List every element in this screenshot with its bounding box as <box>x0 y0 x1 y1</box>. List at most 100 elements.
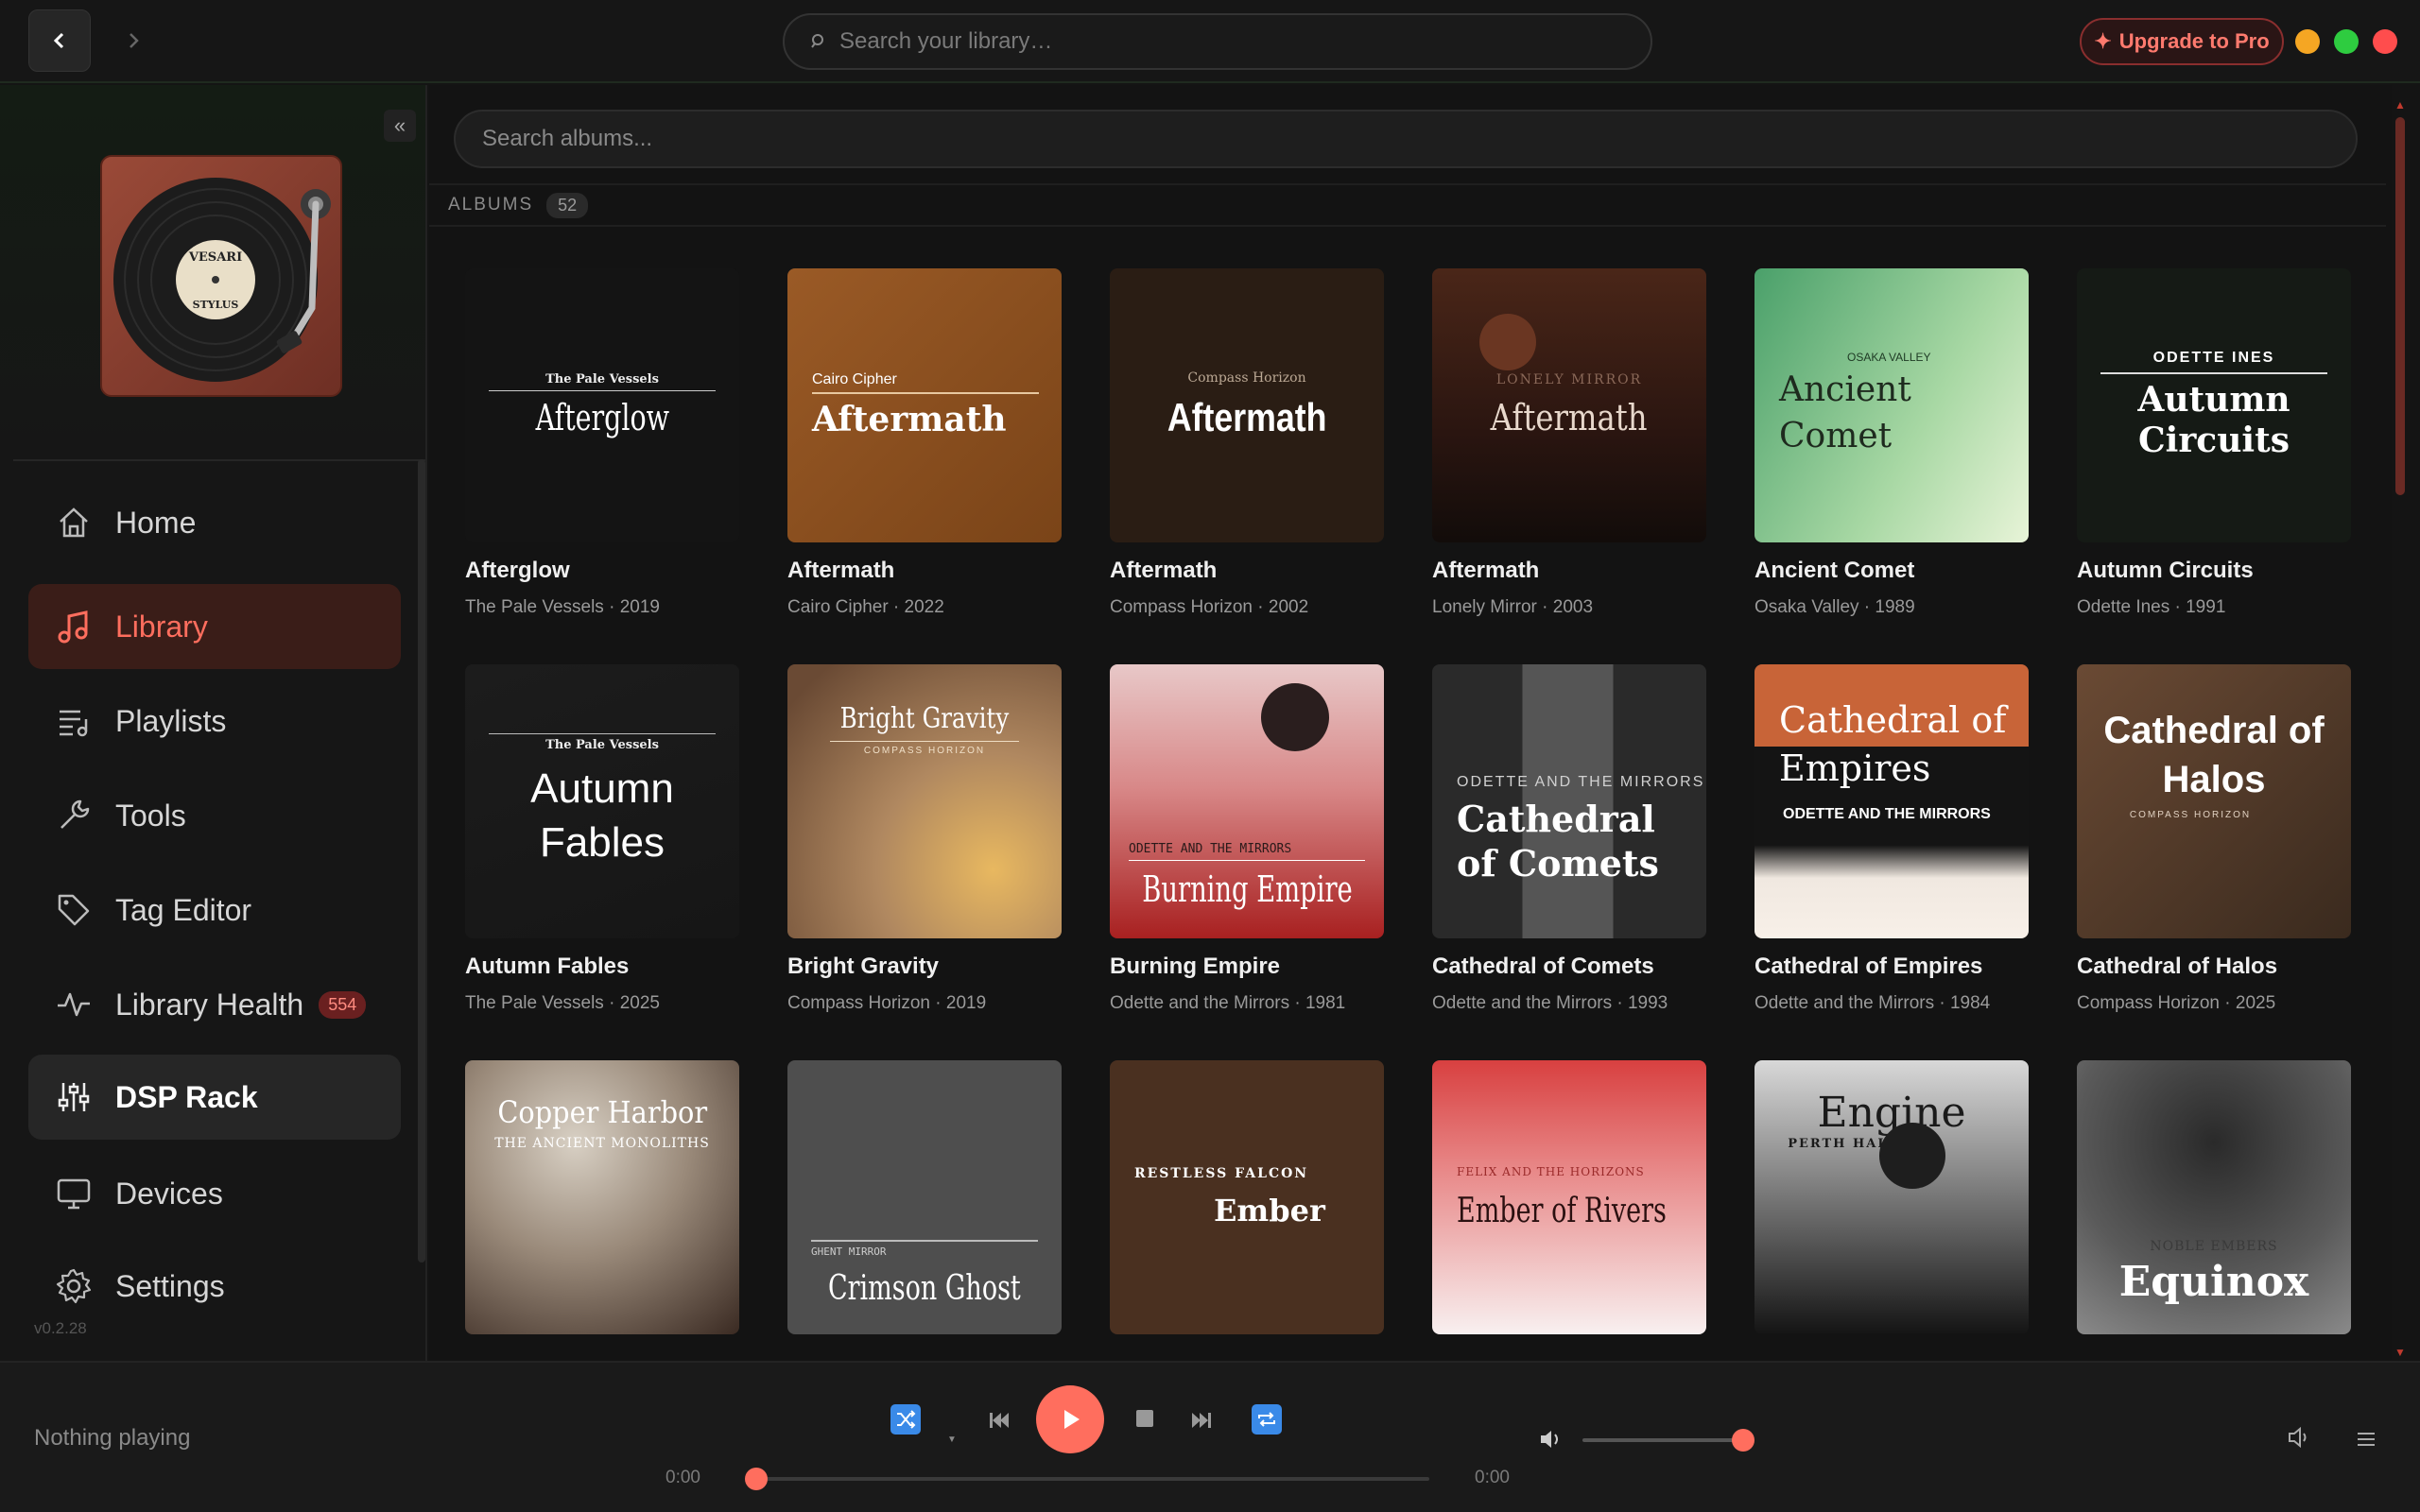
sidebar-item-label: Settings <box>115 1268 225 1303</box>
pulse-icon <box>55 986 93 1023</box>
play-icon <box>1064 1410 1080 1429</box>
album-subtitle: Cairo Cipher · 2022 <box>787 597 944 617</box>
cover-title-text: Autumn Circuits <box>2137 379 2290 460</box>
cover-title-text: Ember of Rivers <box>1457 1191 1667 1230</box>
queue-list-icon <box>2358 1433 2375 1446</box>
scroll-up-arrow-icon[interactable]: ▲ <box>2394 98 2407 112</box>
chevron-left-icon <box>53 32 64 49</box>
sidebar-scrollbar[interactable] <box>418 459 425 1263</box>
sidebar-item-label: Library Health <box>115 987 304 1022</box>
sidebar-item-devices[interactable]: Devices <box>28 1151 401 1236</box>
sidebar-item-settings[interactable]: Settings <box>28 1244 401 1329</box>
album-subtitle: Compass Horizon · 2025 <box>2077 993 2276 1013</box>
album-cover: Bright Gravity COMPASS HORIZON <box>787 664 1062 938</box>
close-window-button[interactable] <box>2373 29 2397 54</box>
scrollbar-thumb[interactable] <box>2395 117 2405 495</box>
cover-sun-shape <box>1261 683 1329 751</box>
sidebar-item-tag-editor[interactable]: Tag Editor <box>28 868 401 953</box>
sidebar-item-label: Tag Editor <box>115 892 252 927</box>
upgrade-label: Upgrade to Pro <box>2118 29 2270 53</box>
sidebar-item-library[interactable]: Library <box>28 584 401 669</box>
turntable-icon: VESARI STYLUS <box>113 178 331 382</box>
album-cover: ODETTE AND THE MIRRORS Burning Empire <box>1110 664 1384 938</box>
upgrade-button[interactable]: ✦ Upgrade to Pro <box>2080 18 2284 65</box>
seek-handle[interactable] <box>745 1468 768 1490</box>
album-card[interactable]: OSAKA VALLEY Ancient Comet Ancient Comet… <box>1754 268 2029 618</box>
album-card[interactable]: LONELY MIRROR Aftermath Aftermath Lonely… <box>1432 268 1706 618</box>
album-card[interactable]: ODETTE AND THE MIRRORS Burning Empire Bu… <box>1110 664 1384 1014</box>
volume-slider[interactable] <box>1582 1438 1743 1442</box>
library-search-input[interactable] <box>839 28 1596 55</box>
album-card[interactable]: The Pale Vessels Afterglow Afterglow The… <box>465 268 739 618</box>
cover-artist-text: NOBLE EMBERS <box>2150 1239 2278 1254</box>
album-card[interactable]: Compass Horizon Aftermath Aftermath Comp… <box>1110 268 1384 618</box>
album-subtitle: Osaka Valley · 1989 <box>1754 597 1915 617</box>
cover-artist-text: ODETTE AND THE MIRRORS <box>1129 842 1365 861</box>
total-time: 0:00 <box>1475 1468 1510 1487</box>
library-content: ALBUMS 52 The Pale Vessels Afterglow Aft… <box>429 85 2406 1361</box>
album-title: Aftermath <box>1432 558 1540 583</box>
output-device-button[interactable] <box>2284 1421 2316 1453</box>
sidebar-item-library-health[interactable]: Library Health 554 <box>28 962 401 1047</box>
album-card[interactable]: Cairo Cipher Aftermath Aftermath Cairo C… <box>787 268 1062 618</box>
album-card[interactable]: Cathedral of Halos COMPASS HORIZON Cathe… <box>2077 664 2351 1014</box>
album-cover: GHENT MIRROR Crimson Ghost <box>787 1060 1062 1334</box>
album-card[interactable]: Bright Gravity COMPASS HORIZON Bright Gr… <box>787 664 1062 1014</box>
album-subtitle: Odette Ines · 1991 <box>2077 597 2226 617</box>
sidebar: « VESARI STYLUS Home Library Playlists T… <box>0 85 427 1361</box>
minimize-window-button[interactable] <box>2295 29 2320 54</box>
album-cover: The Pale Vessels Autumn Fables <box>465 664 739 938</box>
search-icon <box>811 34 823 48</box>
sidebar-item-dsp-rack[interactable]: DSP Rack <box>28 1055 401 1140</box>
cover-title-text: Aftermath <box>1491 397 1648 438</box>
album-subtitle: Odette and the Mirrors · 1984 <box>1754 993 1991 1013</box>
album-card[interactable]: ODETTE AND THE MIRRORS Cathedral of Come… <box>1432 664 1706 1014</box>
album-card[interactable]: FELIX AND THE HORIZONS Ember of Rivers <box>1432 1060 1706 1349</box>
mute-button[interactable] <box>1535 1423 1567 1455</box>
home-icon <box>55 504 93 541</box>
sidebar-item-tools[interactable]: Tools <box>28 773 401 858</box>
album-cover: Engine PERTH HALO <box>1754 1060 2029 1334</box>
album-search-input[interactable] <box>482 126 2278 152</box>
monitor-icon <box>55 1175 93 1212</box>
album-cover: ODETTE AND THE MIRRORS Cathedral of Come… <box>1432 664 1706 938</box>
maximize-window-button[interactable] <box>2334 29 2359 54</box>
sidebar-item-home[interactable]: Home <box>28 480 401 565</box>
album-subtitle: Odette and the Mirrors · 1993 <box>1432 993 1668 1013</box>
album-search-box[interactable] <box>454 110 2358 168</box>
album-card[interactable]: The Pale Vessels Autumn Fables Autumn Fa… <box>465 664 739 1014</box>
sidebar-item-label: Playlists <box>115 703 227 738</box>
album-card[interactable]: ODETTE INES Autumn Circuits Autumn Circu… <box>2077 268 2351 618</box>
shuffle-button[interactable] <box>890 1404 921 1435</box>
next-track-button[interactable] <box>1185 1404 1218 1436</box>
previous-track-button[interactable] <box>983 1404 1015 1436</box>
sidebar-item-playlists[interactable]: Playlists <box>28 679 401 764</box>
library-search-box[interactable] <box>783 13 1652 70</box>
volume-handle[interactable] <box>1732 1429 1754 1452</box>
album-title: Aftermath <box>1110 558 1218 583</box>
repeat-button[interactable] <box>1252 1404 1282 1435</box>
cover-artist-text: RESTLESS FALCON <box>1134 1166 1309 1181</box>
back-button[interactable] <box>28 9 91 72</box>
album-grid-scrollbar[interactable]: ▲ ▼ <box>2394 98 2407 1359</box>
cover-title-text: Bright Gravity <box>839 702 1010 735</box>
collapse-sidebar-button[interactable]: « <box>384 110 416 142</box>
album-card[interactable]: Copper Harbor THE ANCIENT MONOLITHS <box>465 1060 739 1349</box>
album-subtitle: Lonely Mirror · 2003 <box>1432 597 1594 617</box>
queue-button[interactable] <box>2350 1423 2382 1455</box>
player-bar: Nothing playing ▼ 0:00 0:00 <box>0 1361 2420 1512</box>
album-card[interactable]: NOBLE EMBERS Equinox <box>2077 1060 2351 1349</box>
album-cover: OSAKA VALLEY Ancient Comet <box>1754 268 2029 542</box>
album-card[interactable]: Cathedral of Empires ODETTE AND THE MIRR… <box>1754 664 2029 1014</box>
cover-sun-shape <box>1879 1123 1945 1189</box>
forward-button[interactable] <box>102 9 164 72</box>
play-button[interactable] <box>1036 1385 1104 1453</box>
album-card[interactable]: Engine PERTH HALO <box>1754 1060 2029 1349</box>
scroll-down-arrow-icon[interactable]: ▼ <box>2394 1346 2407 1359</box>
shuffle-options-caret-icon[interactable]: ▼ <box>945 1433 959 1446</box>
seek-bar[interactable] <box>756 1477 1429 1481</box>
album-card[interactable]: GHENT MIRROR Crimson Ghost <box>787 1060 1062 1349</box>
stop-button[interactable] <box>1131 1404 1159 1433</box>
sidebar-item-label: Home <box>115 505 197 540</box>
album-card[interactable]: RESTLESS FALCON Ember <box>1110 1060 1384 1349</box>
